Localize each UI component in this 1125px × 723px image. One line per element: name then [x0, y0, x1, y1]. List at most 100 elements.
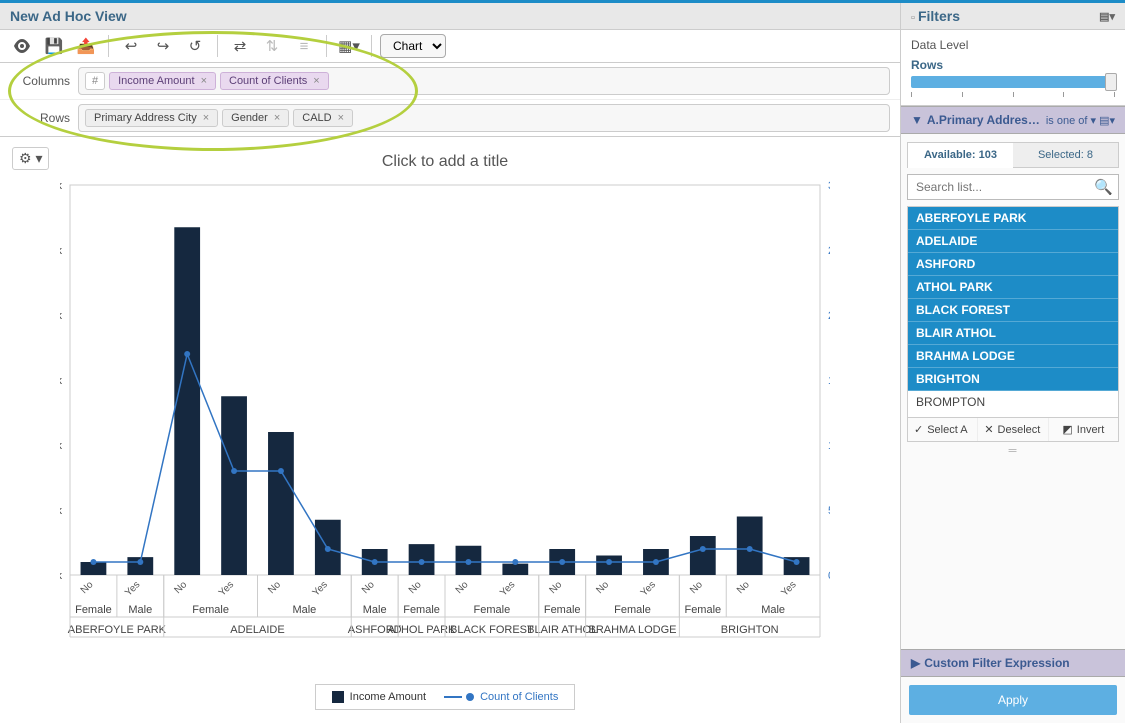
tab-selected[interactable]: Selected: 8	[1013, 143, 1118, 168]
main-toolbar: 💾 📤 ↩ ↪ ↺ ⇄ ⇅ ≡ ▦▾ Chart	[0, 30, 900, 63]
filter-operator[interactable]: is one of	[1046, 115, 1088, 127]
svg-text:8k: 8k	[60, 310, 62, 322]
filter-value-item[interactable]: BLACK FOREST	[908, 299, 1118, 322]
search-icon[interactable]: 🔍	[1094, 178, 1113, 196]
pivot-button[interactable]: ⇄	[226, 33, 254, 59]
svg-text:No: No	[735, 579, 752, 596]
svg-text:No: No	[266, 579, 283, 596]
chart-point	[278, 468, 284, 474]
slider-handle[interactable]	[1105, 73, 1117, 91]
svg-text:4k: 4k	[60, 440, 62, 452]
svg-text:Yes: Yes	[217, 579, 236, 598]
deselect-all-button[interactable]: ✕ Deselect	[978, 418, 1048, 441]
chart-point	[512, 559, 518, 565]
filter-value-item[interactable]: BLAIR ATHOL	[908, 322, 1118, 345]
remove-chip-icon[interactable]: ×	[274, 112, 280, 124]
select-all-button[interactable]: ✓ Select A	[908, 418, 978, 441]
filter-value-item[interactable]: ATHOL PARK	[908, 276, 1118, 299]
chart-legend: Income Amount Count of Clients	[315, 684, 576, 710]
chart-title-placeholder[interactable]: Click to add a title	[10, 153, 880, 171]
filter-value-item[interactable]: BROMPTON	[908, 391, 1118, 414]
filter-actions: ✓ Select A ✕ Deselect ◩ Invert	[907, 418, 1119, 442]
export-button[interactable]: 📤	[72, 33, 100, 59]
svg-text:BRAHMA LODGE: BRAHMA LODGE	[588, 624, 676, 636]
primary-address-filter-header[interactable]: ▼A.Primary Addres… is one of ▾ ▤▾	[901, 106, 1125, 134]
svg-text:Yes: Yes	[779, 579, 798, 598]
filters-menu-icon[interactable]: ▤▾	[1099, 10, 1115, 23]
rows-label: Rows	[10, 111, 70, 125]
apply-button[interactable]: Apply	[909, 685, 1117, 715]
column-chip-income[interactable]: Income Amount×	[109, 72, 216, 90]
chart-options-button[interactable]: ⚙ ▾	[12, 147, 49, 170]
custom-filter-expression-header[interactable]: ▶Custom Filter Expression	[901, 649, 1125, 677]
chart-bar	[596, 556, 622, 576]
save-button[interactable]: 💾	[40, 33, 68, 59]
remove-chip-icon[interactable]: ×	[201, 75, 207, 87]
undo-button[interactable]: ↩	[117, 33, 145, 59]
filter-value-item[interactable]: ADELAIDE	[908, 230, 1118, 253]
chart-point	[372, 559, 378, 565]
svg-text:25: 25	[828, 245, 830, 257]
rows-slider-label: Rows	[911, 58, 1115, 72]
reset-button[interactable]: ↺	[181, 33, 209, 59]
filter-menu-icon[interactable]: ▤▾	[1099, 115, 1115, 127]
collapse-icon: ▼	[911, 113, 923, 127]
remove-chip-icon[interactable]: ×	[313, 75, 319, 87]
svg-text:No: No	[407, 579, 424, 596]
chart-point	[419, 559, 425, 565]
svg-text:No: No	[547, 579, 564, 596]
svg-text:20: 20	[828, 310, 830, 322]
redo-button[interactable]: ↪	[149, 33, 177, 59]
columns-well[interactable]: # Income Amount× Count of Clients×	[78, 67, 890, 95]
row-chip-cald[interactable]: CALD×	[293, 109, 353, 127]
column-chip-count[interactable]: Count of Clients×	[220, 72, 329, 90]
svg-text:Male: Male	[761, 604, 785, 616]
sort-button[interactable]: ⇅	[258, 33, 286, 59]
svg-text:Male: Male	[128, 604, 152, 616]
row-chip-gender[interactable]: Gender×	[222, 109, 289, 127]
svg-text:Male: Male	[363, 604, 387, 616]
svg-text:No: No	[360, 579, 377, 596]
remove-chip-icon[interactable]: ×	[203, 112, 209, 124]
svg-text:Yes: Yes	[311, 579, 330, 598]
chart-point	[465, 559, 471, 565]
filter-value-item[interactable]: BRAHMA LODGE	[908, 345, 1118, 368]
legend-income: Income Amount	[332, 691, 426, 703]
filters-header: ▫ Filters ▤▾	[901, 3, 1125, 30]
svg-text:Yes: Yes	[498, 579, 517, 598]
invert-button[interactable]: ◩ Invert	[1049, 418, 1118, 441]
rows-slider[interactable]	[911, 76, 1115, 88]
svg-text:0: 0	[828, 570, 830, 582]
rows-well[interactable]: Primary Address City× Gender× CALD×	[78, 104, 890, 132]
chart-point	[137, 559, 143, 565]
svg-text:0k: 0k	[60, 570, 62, 582]
filter-values-list[interactable]: ABERFOYLE PARKADELAIDEASHFORDATHOL PARKB…	[907, 206, 1119, 418]
format-button[interactable]: ≡	[290, 33, 318, 59]
filter-search-input[interactable]	[907, 174, 1119, 200]
svg-text:Female: Female	[684, 604, 721, 616]
chart-bar	[690, 536, 716, 575]
filter-value-item[interactable]: ABERFOYLE PARK	[908, 207, 1118, 230]
chart-settings-button[interactable]: ▦▾	[335, 33, 363, 59]
svg-text:No: No	[688, 579, 705, 596]
svg-text:Female: Female	[474, 604, 511, 616]
svg-text:No: No	[454, 579, 471, 596]
svg-text:10: 10	[828, 440, 830, 452]
row-chip-city[interactable]: Primary Address City×	[85, 109, 218, 127]
remove-chip-icon[interactable]: ×	[338, 112, 344, 124]
view-type-select[interactable]: Chart	[380, 34, 446, 58]
filter-title: A.Primary Addres…	[927, 113, 1040, 127]
data-level-label: Data Level	[911, 38, 1115, 52]
filters-title: Filters	[918, 8, 960, 24]
chart-point	[325, 546, 331, 552]
filter-value-item[interactable]: BRIGHTON	[908, 368, 1118, 391]
svg-text:No: No	[594, 579, 611, 596]
svg-text:BLACK FOREST: BLACK FOREST	[450, 624, 534, 636]
preview-button[interactable]	[8, 33, 36, 59]
legend-clients: Count of Clients	[444, 691, 558, 703]
filter-value-item[interactable]: ASHFORD	[908, 253, 1118, 276]
svg-text:Female: Female	[614, 604, 651, 616]
tab-available[interactable]: Available: 103	[908, 143, 1013, 168]
chart-point	[794, 559, 800, 565]
resize-handle[interactable]: ═	[901, 442, 1125, 460]
